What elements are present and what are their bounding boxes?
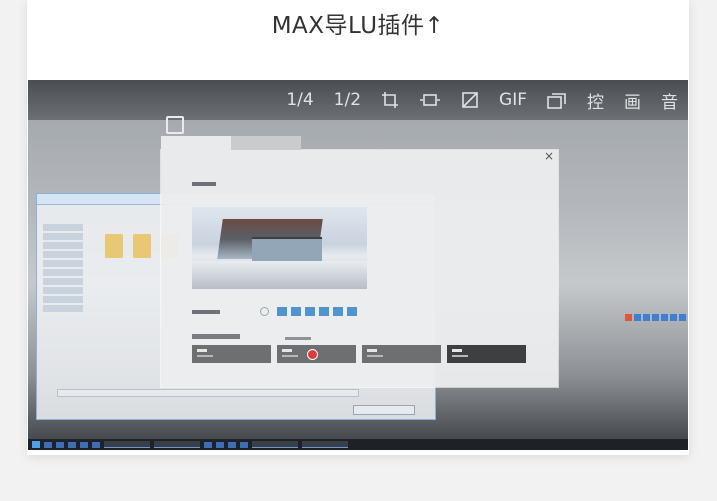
explorer-sidebar (43, 224, 83, 314)
tray-icon[interactable] (652, 314, 659, 321)
gif-button[interactable]: GIF (499, 90, 527, 110)
video-frame[interactable]: 1/4 1/2 GIF 控 画 音 × (28, 80, 688, 450)
app-logo (166, 116, 184, 134)
size-option[interactable] (333, 307, 343, 316)
tray-icons (625, 314, 686, 321)
preview-image (192, 207, 367, 289)
explorer-ok-button (353, 405, 415, 415)
taskbar-icon[interactable] (228, 441, 236, 448)
dialog-tab-1[interactable] (161, 136, 231, 150)
size-option[interactable] (319, 307, 329, 316)
crop-icon[interactable] (461, 91, 479, 109)
resize-icon[interactable] (419, 91, 441, 109)
draw-button[interactable]: 画 (624, 88, 641, 113)
favorite-icon[interactable] (260, 307, 269, 316)
app-logo-icon (166, 116, 184, 134)
taskbar (28, 439, 688, 450)
cursor-highlight-icon (307, 349, 318, 360)
close-icon[interactable]: × (544, 150, 554, 162)
mode-button-3[interactable] (362, 345, 441, 363)
house-glass (252, 237, 322, 261)
tray-icon[interactable] (634, 314, 641, 321)
mode-section-label (192, 334, 240, 339)
taskbar-icon[interactable] (68, 441, 76, 448)
size-option[interactable] (277, 307, 287, 316)
start-icon[interactable] (32, 441, 40, 448)
mode-buttons-row (192, 345, 526, 363)
size-option[interactable] (291, 307, 301, 316)
tray-icon[interactable] (625, 314, 632, 321)
quarter-size-button[interactable]: 1/4 (286, 90, 313, 110)
taskbar-icon[interactable] (240, 441, 248, 448)
taskbar-icon[interactable] (204, 441, 212, 448)
mode-button-1[interactable] (192, 345, 271, 363)
taskbar-window[interactable] (154, 441, 200, 448)
size-option[interactable] (347, 307, 357, 316)
half-size-button[interactable]: 1/2 (334, 90, 361, 110)
tray-icon[interactable] (679, 314, 686, 321)
mode-hint-label (285, 337, 311, 340)
file-icon (133, 234, 151, 258)
snow-ground (192, 261, 367, 289)
image-caption: MAX导LU插件↑ (271, 13, 445, 39)
explorer-path-field (57, 389, 359, 397)
tray-icon[interactable] (643, 314, 650, 321)
taskbar-icon[interactable] (92, 441, 100, 448)
size-option[interactable] (305, 307, 315, 316)
copy-window-icon[interactable] (547, 91, 567, 109)
taskbar-window[interactable] (302, 441, 348, 448)
plugin-dialog: × (161, 136, 558, 387)
taskbar-window[interactable] (252, 441, 298, 448)
dialog-tabs (161, 136, 301, 150)
taskbar-icon[interactable] (216, 441, 224, 448)
mode-button-2[interactable] (277, 345, 356, 363)
taskbar-icon[interactable] (44, 441, 52, 448)
tray-icon[interactable] (670, 314, 677, 321)
control-button[interactable]: 控 (587, 88, 604, 113)
audio-button[interactable]: 音 (661, 88, 678, 113)
file-icon (105, 234, 123, 258)
mode-button-4[interactable] (447, 345, 526, 363)
taskbar-window[interactable] (104, 441, 150, 448)
size-label (192, 309, 220, 314)
preview-label (192, 182, 216, 186)
size-options-row (192, 307, 357, 316)
tray-icon[interactable] (661, 314, 668, 321)
crop-frame-icon[interactable] (381, 91, 399, 109)
taskbar-icon[interactable] (80, 441, 88, 448)
taskbar-icon[interactable] (56, 441, 64, 448)
dialog-tab-2[interactable] (231, 136, 301, 150)
article-card: MAX导LU插件↑ 1/4 1/2 GIF 控 画 音 × (27, 0, 689, 455)
video-toolbar: 1/4 1/2 GIF 控 画 音 (276, 80, 688, 120)
